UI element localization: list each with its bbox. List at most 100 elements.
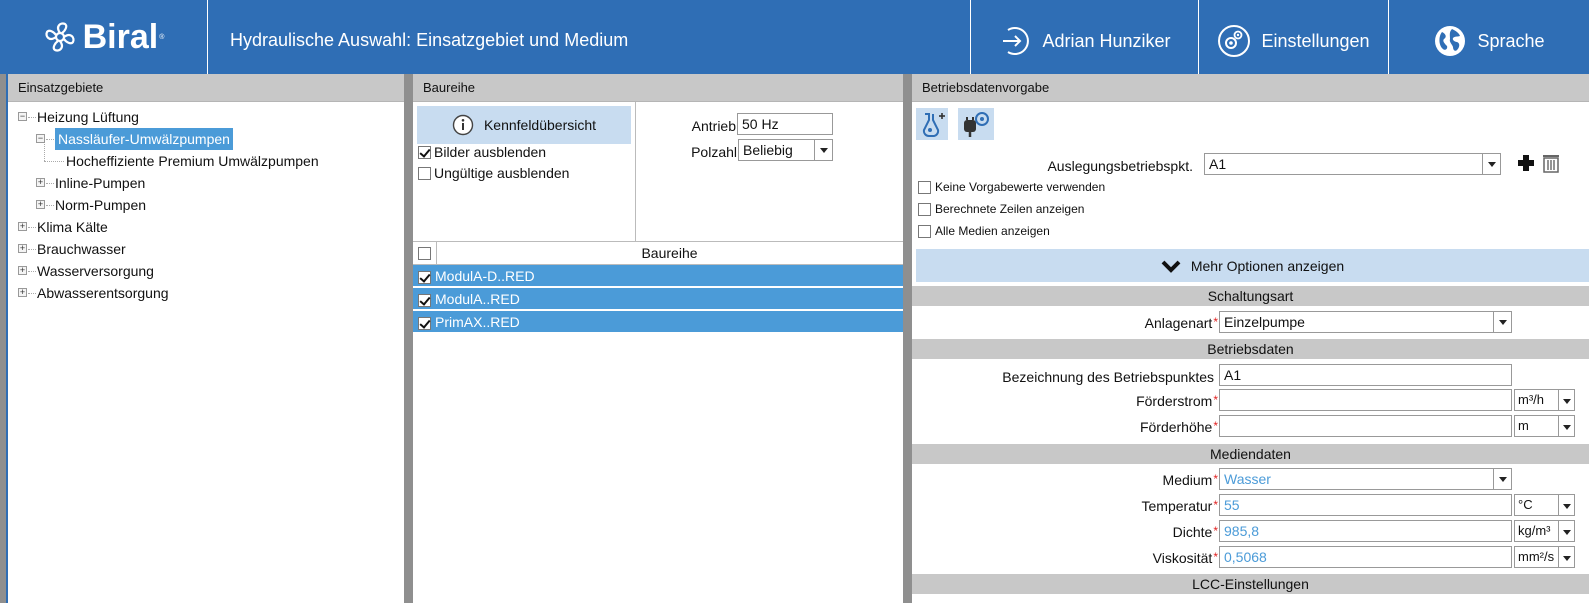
more-options-button[interactable]: Mehr Optionen anzeigen (916, 249, 1589, 282)
tree-connector (28, 117, 36, 118)
keine-vorgabe-option[interactable]: Keine Vorgabewerte verwenden (918, 180, 1105, 194)
temperatur-input[interactable]: 55 (1219, 494, 1512, 516)
row-checkbox[interactable] (418, 270, 431, 284)
anlagenart-dropdown-arrow[interactable] (1493, 312, 1511, 332)
tree-node-label[interactable]: Abwasserentsorgung (37, 282, 169, 304)
kennfeld-button[interactable]: Kennfeldübersicht (417, 106, 631, 144)
foerderhoehe-input[interactable] (1219, 415, 1512, 437)
auslegung-select[interactable]: A1 (1204, 153, 1501, 175)
row-label: ModulA..RED (435, 291, 520, 307)
foerderhoehe-unit-arrow[interactable] (1559, 415, 1575, 437)
hide-invalid-checkbox[interactable] (418, 166, 431, 180)
berechnete-zeilen-option[interactable]: Berechnete Zeilen anzeigen (918, 202, 1084, 216)
baureihe-row[interactable]: ModulA-D..RED (413, 265, 903, 287)
user-button[interactable]: Adrian Hunziker (970, 0, 1198, 74)
tree-node-label[interactable]: Klima Kälte (37, 216, 108, 238)
medium-dropdown-arrow[interactable] (1493, 469, 1511, 489)
tree-node-label[interactable]: Inline-Pumpen (55, 172, 145, 194)
anlagenart-select[interactable]: Einzelpumpe (1219, 311, 1512, 333)
foerderhoehe-label: Förderhöhe* (1139, 419, 1218, 435)
hide-invalid-option[interactable]: Ungültige ausblenden (418, 165, 569, 181)
foerderstrom-input[interactable] (1219, 389, 1512, 411)
user-name: Adrian Hunziker (1042, 30, 1171, 51)
vertical-divider (635, 102, 636, 241)
add-icon[interactable] (1516, 152, 1536, 174)
bezeichnung-label: Bezeichnung des Betriebspunktes (1002, 369, 1214, 385)
berechnete-zeilen-checkbox[interactable] (918, 202, 931, 216)
settings-button[interactable]: Einstellungen (1198, 0, 1388, 74)
collapse-icon[interactable]: − (18, 112, 27, 121)
select-all-checkbox[interactable] (418, 247, 431, 260)
viskositaet-unit[interactable]: mm²/s (1514, 546, 1559, 568)
row-checkbox[interactable] (418, 293, 431, 307)
dichte-label: Dichte* (1172, 524, 1218, 540)
expand-icon[interactable]: + (18, 266, 27, 275)
viskositaet-input[interactable]: 0,5068 (1219, 546, 1512, 568)
alle-medien-checkbox[interactable] (918, 224, 931, 238)
medium-value: Wasser (1224, 471, 1271, 487)
info-icon (452, 114, 474, 136)
anlagenart-label: Anlagenart* (1144, 315, 1218, 331)
alle-medien-option[interactable]: Alle Medien anzeigen (918, 224, 1050, 238)
panel-header-einsatzgebiete: Einsatzgebiete (8, 74, 404, 102)
tree-connector (46, 205, 54, 206)
tree-node-label[interactable]: Brauchwasser (37, 238, 126, 260)
viskositaet-unit-arrow[interactable] (1559, 546, 1575, 568)
temperatur-unit-arrow[interactable] (1559, 494, 1575, 516)
collapse-icon[interactable]: − (36, 134, 45, 143)
hide-invalid-label: Ungültige ausblenden (434, 165, 570, 181)
anlagenart-value: Einzelpumpe (1224, 314, 1305, 330)
foerderhoehe-unit[interactable]: m (1514, 415, 1559, 437)
dichte-input[interactable]: 985,8 (1219, 520, 1512, 542)
keine-vorgabe-checkbox[interactable] (918, 180, 931, 194)
section-lcc: LCC-Einstellungen (912, 574, 1589, 594)
section-schaltungsart: Schaltungsart (912, 286, 1589, 306)
tree-node-label[interactable]: Norm-Pumpen (55, 194, 146, 216)
auslegung-dropdown-arrow[interactable] (1482, 154, 1500, 174)
tree-node-label[interactable]: Wasserversorgung (37, 260, 154, 282)
polzahl-value: Beliebig (743, 142, 793, 158)
expand-icon[interactable]: + (36, 178, 45, 187)
tree-node-label[interactable]: Hocheffiziente Premium Umwälzpumpen (66, 150, 319, 172)
tree-node-label[interactable]: Heizung Lüftung (37, 106, 139, 128)
polzahl-select[interactable]: Beliebig (738, 139, 833, 161)
foerderstrom-unit[interactable]: m³/h (1514, 389, 1559, 411)
einsatzgebiete-panel: Einsatzgebiete − Heizung Lüftung − Nassläuf… (6, 74, 404, 603)
dichte-unit-arrow[interactable] (1559, 520, 1575, 542)
row-checkbox[interactable] (418, 316, 431, 330)
auslegung-value: A1 (1209, 156, 1227, 172)
tree-node-label[interactable]: Nassläufer-Umwälzpumpen (55, 128, 233, 150)
auslegung-label: Auslegungsbetriebspkt. (1047, 158, 1193, 174)
baureihe-row[interactable]: ModulA..RED (413, 288, 903, 310)
hide-images-checkbox[interactable] (418, 145, 431, 159)
plug-settings-icon (964, 112, 989, 137)
expand-icon[interactable]: + (18, 288, 27, 297)
baureihe-column-header[interactable]: Baureihe (436, 242, 903, 265)
polzahl-label: Polzahl (691, 144, 737, 160)
antrieb-input[interactable]: 50 Hz (737, 113, 833, 135)
hide-images-option[interactable]: Bilder ausblenden (418, 144, 546, 160)
chevron-down-icon (1161, 260, 1181, 273)
tree-connector (44, 144, 45, 161)
bezeichnung-input[interactable]: A1 (1219, 364, 1512, 386)
expand-icon[interactable]: + (18, 244, 27, 253)
baureihe-row[interactable]: PrimAX..RED (413, 311, 903, 333)
medium-tool-button[interactable] (916, 108, 948, 140)
temperatur-unit[interactable]: °C (1514, 494, 1559, 516)
delete-icon[interactable] (1540, 152, 1562, 174)
language-label: Sprache (1477, 30, 1545, 51)
foerderstrom-unit-arrow[interactable] (1559, 389, 1575, 411)
biral-logo[interactable]: Biral ® (0, 0, 208, 74)
gears-icon (1218, 25, 1251, 57)
medium-select[interactable]: Wasser (1219, 468, 1512, 490)
polzahl-dropdown-arrow[interactable] (814, 140, 832, 160)
language-button[interactable]: Sprache (1388, 0, 1589, 74)
plug-tool-button[interactable] (958, 108, 994, 140)
expand-icon[interactable]: + (36, 200, 45, 209)
logo-registered-mark: ® (159, 33, 165, 41)
row-label: ModulA-D..RED (435, 268, 535, 284)
tree-connector (28, 293, 36, 294)
expand-icon[interactable]: + (18, 222, 27, 231)
dichte-unit[interactable]: kg/m³ (1514, 520, 1559, 542)
medium-label: Medium* (1162, 472, 1218, 488)
